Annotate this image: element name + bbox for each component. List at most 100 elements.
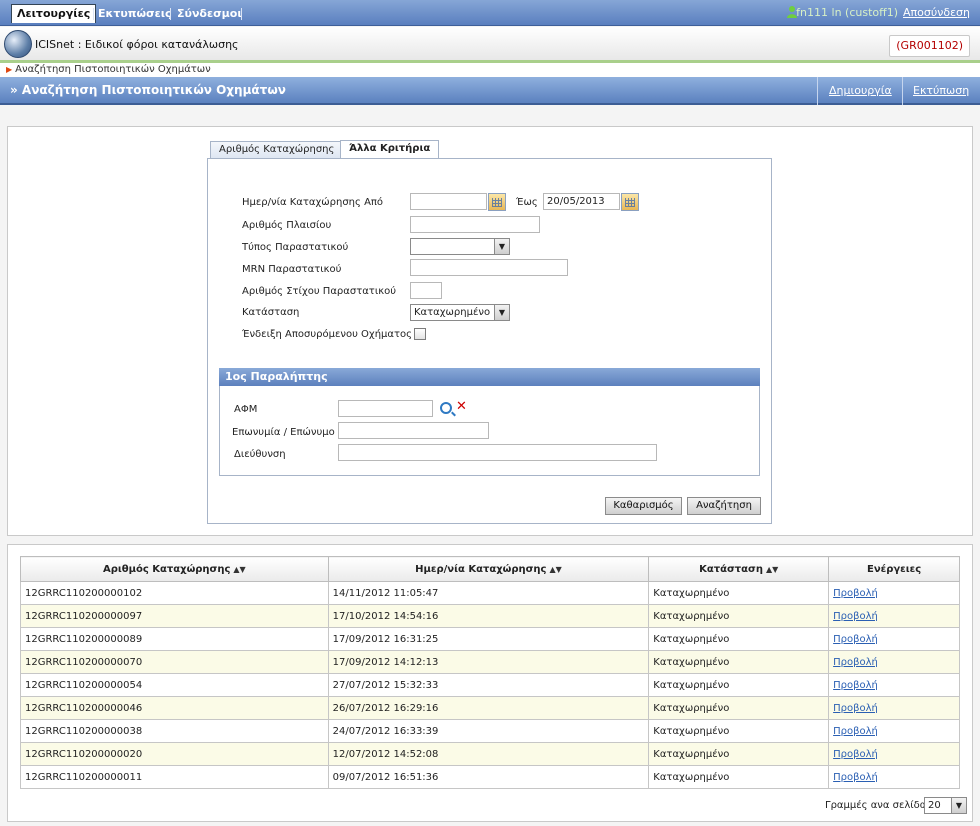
view-link[interactable]: Προβολή — [833, 611, 878, 622]
cell-registration-date: 27/07/2012 15:32:33 — [327, 673, 650, 697]
withdrawn-vehicle-label: Ένδειξη Αποσυρόμενου Οχήματος — [242, 329, 412, 340]
view-link[interactable]: Προβολή — [833, 634, 878, 645]
column-header-label: Ημερ/νία Καταχώρησης — [415, 563, 547, 575]
line-number-label: Αριθμός Στίχου Παραστατικού — [242, 286, 397, 297]
menu-links[interactable]: Σύνδεσμοι — [173, 5, 246, 23]
chevron-down-icon: ▼ — [951, 798, 966, 813]
cell-action: Προβολή — [828, 673, 960, 697]
cell-status: Καταχωρημένο — [648, 719, 830, 743]
document-type-select[interactable]: ▼ — [410, 238, 510, 255]
status-value: Καταχωρημένο — [414, 307, 491, 318]
sort-icon: ▲▼ — [549, 564, 562, 574]
table-row: 12GRRC110200000046 26/07/2012 16:29:16 Κατ… — [20, 696, 960, 720]
cell-action: Προβολή — [828, 581, 960, 605]
table-row: 12GRRC110200000097 17/10/2012 14:54:16 Κατ… — [20, 604, 960, 628]
address-label: Διεύθυνση — [234, 449, 286, 460]
cell-registration-number: 12GRRC110200000020 — [20, 742, 329, 766]
view-link[interactable]: Προβολή — [833, 588, 878, 599]
date-from-input[interactable] — [410, 193, 487, 210]
status-select[interactable]: Καταχωρημένο ▼ — [410, 304, 510, 321]
view-link[interactable]: Προβολή — [833, 772, 878, 783]
view-link[interactable]: Προβολή — [833, 680, 878, 691]
cell-action: Προβολή — [828, 650, 960, 674]
cell-registration-date: 24/07/2012 16:33:39 — [327, 719, 650, 743]
close-icon[interactable]: ✕ — [456, 399, 467, 414]
table-header-row: Αριθμός Καταχώρησης ▲▼ Ημερ/νία Καταχώρησ… — [20, 556, 960, 582]
receiver-title: 1ος Παραλήπτης — [219, 368, 760, 386]
cell-registration-number: 12GRRC110200000102 — [20, 581, 329, 605]
cell-action: Προβολή — [828, 696, 960, 720]
date-to-input[interactable]: 20/05/2013 — [543, 193, 620, 210]
app-header: ICISnet : Ειδικοί φόροι κατανάλωσης (GR0… — [0, 27, 980, 63]
column-header-label: Κατάσταση — [699, 563, 763, 575]
cell-status: Καταχωρημένο — [648, 673, 830, 697]
menu-separator — [170, 8, 171, 20]
clear-button[interactable]: Καθαρισμός — [605, 497, 682, 515]
cell-status: Καταχωρημένο — [648, 627, 830, 651]
cell-registration-number: 12GRRC110200000011 — [20, 765, 329, 789]
cell-registration-number: 12GRRC110200000046 — [20, 696, 329, 720]
sort-icon: ▲▼ — [233, 564, 246, 574]
app-title: ICISnet : Ειδικοί φόροι κατανάλωσης — [35, 38, 239, 51]
table-row: 12GRRC110200000054 27/07/2012 15:32:33 Κατ… — [20, 673, 960, 697]
calendar-icon[interactable] — [621, 193, 639, 211]
column-header-registration-date[interactable]: Ημερ/νία Καταχώρησης ▲▼ — [327, 556, 650, 582]
cell-registration-date: 14/11/2012 11:05:47 — [327, 581, 650, 605]
afm-input[interactable] — [338, 400, 433, 417]
address-input[interactable] — [338, 444, 657, 461]
tab-registration-number[interactable]: Αριθμός Καταχώρησης — [210, 141, 344, 159]
name-label: Επωνυμία / Επώνυμο — [232, 427, 335, 438]
tab-other-criteria[interactable]: Άλλα Κριτήρια — [340, 140, 440, 159]
cell-action: Προβολή — [828, 742, 960, 766]
page-title: » Αναζήτηση Πιστοποιητικών Οχημάτων — [10, 83, 286, 97]
line-number-input[interactable] — [410, 282, 442, 299]
document-type-label: Τύπος Παραστατικού — [242, 242, 349, 253]
user-info: fn111 ln (custoff1) — [796, 6, 898, 19]
rows-per-page-select[interactable]: 20 ▼ — [924, 797, 967, 814]
print-button[interactable]: Εκτύπωση — [913, 84, 969, 97]
column-header-registration-number[interactable]: Αριθμός Καταχώρησης ▲▼ — [20, 556, 329, 582]
column-header-status[interactable]: Κατάσταση ▲▼ — [648, 556, 830, 582]
table-row: 12GRRC110200000089 17/09/2012 16:31:25 Κατ… — [20, 627, 960, 651]
view-link[interactable]: Προβολή — [833, 726, 878, 737]
status-label: Κατάσταση — [242, 307, 300, 318]
table-row: 12GRRC110200000102 14/11/2012 11:05:47 Κατ… — [20, 581, 960, 605]
breadcrumb-arrow-icon: ▶ — [6, 65, 13, 74]
cell-registration-number: 12GRRC110200000038 — [20, 719, 329, 743]
logout-link[interactable]: Αποσύνδεση — [903, 6, 970, 19]
table-row: 12GRRC110200000011 09/07/2012 16:51:36 Κατ… — [20, 765, 960, 789]
calendar-icon[interactable] — [488, 193, 506, 211]
results-table: Αριθμός Καταχώρησης ▲▼ Ημερ/νία Καταχώρησ… — [20, 556, 960, 789]
cell-registration-date: 12/07/2012 14:52:08 — [327, 742, 650, 766]
afm-label: ΑΦΜ — [234, 404, 258, 415]
cell-action: Προβολή — [828, 719, 960, 743]
cell-status: Καταχωρημένο — [648, 650, 830, 674]
results-table-body: 12GRRC110200000102 14/11/2012 11:05:47 Κατ… — [20, 581, 960, 789]
create-button[interactable]: Δημιουργία — [829, 84, 892, 97]
name-input[interactable] — [338, 422, 489, 439]
menu-functions[interactable]: Λειτουργίες — [11, 4, 97, 23]
chevron-down-icon: ▼ — [494, 305, 509, 320]
frame-number-input[interactable] — [410, 216, 540, 233]
mrn-input[interactable] — [410, 259, 568, 276]
search-button[interactable]: Αναζήτηση — [687, 497, 761, 515]
cell-registration-date: 26/07/2012 16:29:16 — [327, 696, 650, 720]
date-to-label: Έως — [516, 197, 538, 208]
view-link[interactable]: Προβολή — [833, 703, 878, 714]
breadcrumb-item[interactable]: Αναζήτηση Πιστοποιητικών Οχημάτων — [15, 64, 211, 75]
table-row: 12GRRC110200000038 24/07/2012 16:33:39 Κατ… — [20, 719, 960, 743]
cell-registration-date: 17/09/2012 14:12:13 — [327, 650, 650, 674]
cell-action: Προβολή — [828, 627, 960, 651]
frame-number-label: Αριθμός Πλαισίου — [242, 220, 332, 231]
cell-status: Καταχωρημένο — [648, 742, 830, 766]
cell-action: Προβολή — [828, 604, 960, 628]
view-link[interactable]: Προβολή — [833, 657, 878, 668]
cell-action: Προβολή — [828, 765, 960, 789]
sort-icon: ▲▼ — [765, 564, 779, 574]
breadcrumb: ▶ Αναζήτηση Πιστοποιητικών Οχημάτων — [0, 63, 980, 77]
view-link[interactable]: Προβολή — [833, 749, 878, 760]
toolbar-separator — [902, 77, 903, 105]
search-icon[interactable] — [440, 402, 452, 414]
menu-prints[interactable]: Εκτυπώσεις — [94, 5, 176, 23]
withdrawn-vehicle-checkbox[interactable] — [414, 328, 426, 340]
